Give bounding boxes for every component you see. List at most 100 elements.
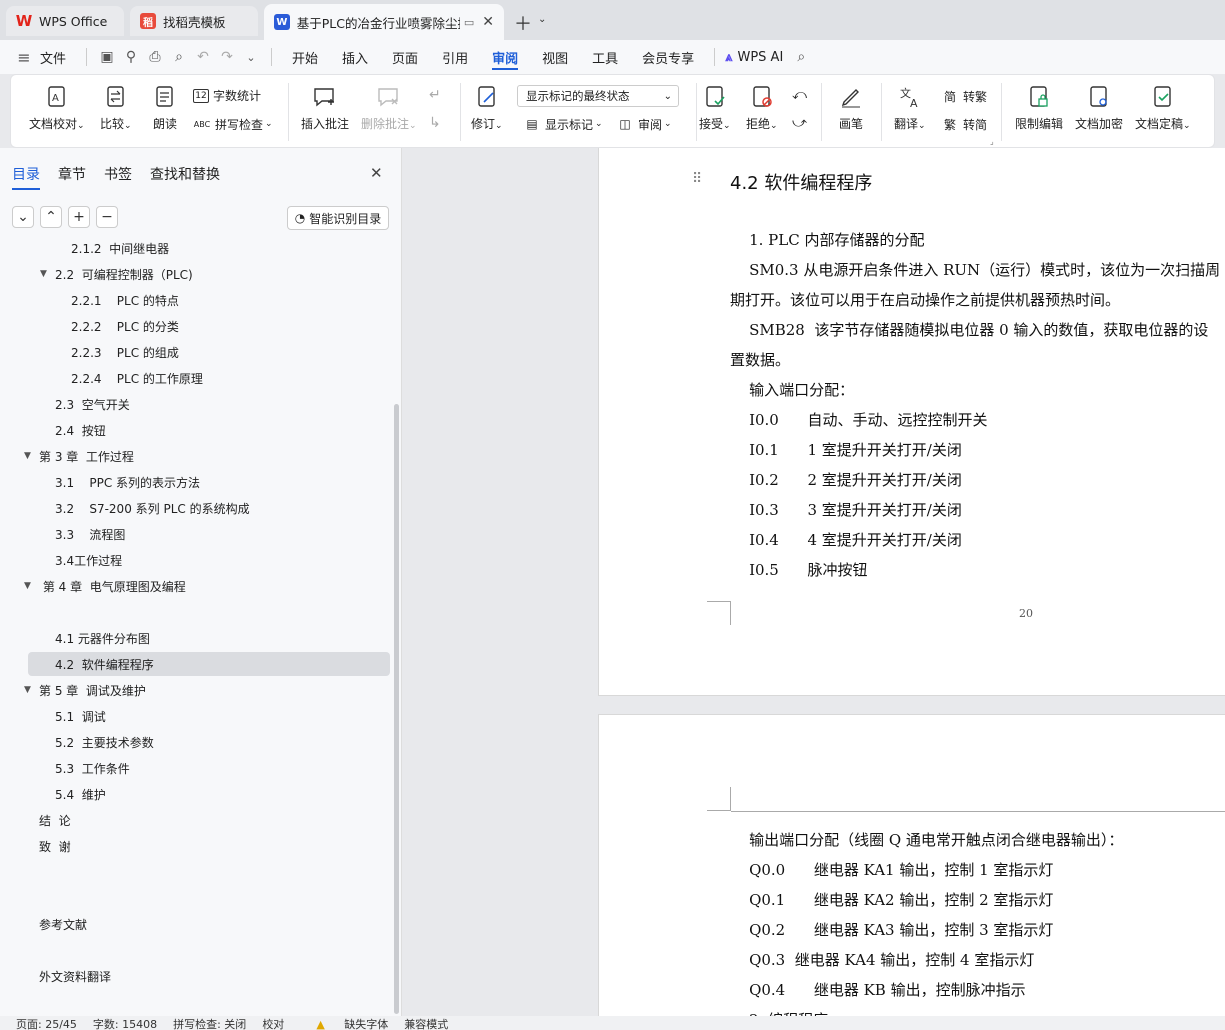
read-aloud-button[interactable]: 朗读 xyxy=(151,83,179,132)
chevron-down-icon[interactable]: ⌄ xyxy=(239,45,263,69)
menu-wps-ai[interactable]: ⩓ WPS AI xyxy=(723,40,795,74)
tab-wps-office[interactable]: W WPS Office xyxy=(6,6,124,36)
compare-button[interactable]: 比较⌄ xyxy=(100,83,132,132)
menu-start[interactable]: 开始 xyxy=(280,40,330,74)
spell-check-button[interactable]: ABC 拼写检查 ⌄ xyxy=(193,115,273,133)
toc-item[interactable]: 2.1.2 中间继电器 xyxy=(0,240,392,260)
review-pane-button[interactable]: ◫ 审阅 ⌄ xyxy=(616,115,671,133)
caret-down-icon[interactable]: ▼ xyxy=(24,451,36,461)
accept-button[interactable]: 接受⌄ xyxy=(699,83,731,132)
toc-item[interactable]: 2.4 按钮 xyxy=(0,418,392,442)
tab-sections[interactable]: 章节 xyxy=(58,164,86,184)
caret-down-icon[interactable]: ▼ xyxy=(40,269,52,279)
caret-down-icon[interactable]: ▼ xyxy=(24,581,36,591)
paragraph-line: 1. PLC 内部存储器的分配 xyxy=(730,231,925,249)
close-pane-icon[interactable]: ✕ xyxy=(370,164,383,182)
tab-find-replace[interactable]: 查找和替换 xyxy=(150,164,220,184)
missing-font-indicator[interactable]: ▲ 缺失字体 xyxy=(300,1016,388,1030)
caret-down-icon[interactable]: ▼ xyxy=(24,685,36,695)
add-heading-button[interactable]: + xyxy=(68,206,90,228)
pen-button[interactable]: 画笔 xyxy=(837,83,865,132)
tab-toc[interactable]: 目录 xyxy=(12,164,40,190)
redo-icon[interactable]: ↷ xyxy=(215,45,239,69)
toc-item[interactable]: 参考文献 xyxy=(0,912,392,936)
remove-heading-button[interactable]: − xyxy=(96,206,118,228)
tab-bookmarks[interactable]: 书签 xyxy=(104,164,132,184)
drag-handle-icon[interactable]: ⠿ xyxy=(692,171,702,187)
toc-item[interactable]: 3.3 流程图 xyxy=(0,522,392,546)
menu-review[interactable]: 审阅 xyxy=(480,40,530,74)
toc-item[interactable]: 4.2 软件编程程序 xyxy=(28,652,390,676)
toc-item[interactable]: 外文资料翻译 xyxy=(0,964,392,988)
toc-item[interactable]: ▼ 第 5 章 调试及维护 xyxy=(0,678,392,702)
share-icon[interactable]: ⚲ xyxy=(119,45,143,69)
prev-change-icon[interactable]: ⤺ xyxy=(792,87,807,103)
dialog-launcher-icon[interactable]: ⌟ xyxy=(990,137,994,146)
toc-item[interactable]: 结 论 xyxy=(0,808,392,832)
chevron-down-icon[interactable]: ⌄ xyxy=(538,14,546,25)
show-markup-button[interactable]: ▤ 显示标记 ⌄ xyxy=(523,115,602,133)
toc-item[interactable]: 5.1 调试 xyxy=(0,704,392,728)
word-count-button[interactable]: 12 字数统计 xyxy=(193,87,261,104)
monitor-icon[interactable]: ▭ xyxy=(464,16,474,29)
undo-icon[interactable]: ↶ xyxy=(191,45,215,69)
toc-item[interactable]: 致 谢 xyxy=(0,834,392,858)
page-indicator[interactable]: 页面: 25/45 xyxy=(16,1016,77,1030)
track-changes-button[interactable]: 修订⌄ xyxy=(471,83,503,132)
menu-tools[interactable]: 工具 xyxy=(580,40,630,74)
menu-member[interactable]: 会员专享 xyxy=(630,40,706,74)
encrypt-button[interactable]: 文档加密 xyxy=(1075,83,1123,132)
toc-item[interactable]: 5.4 维护 xyxy=(0,782,392,806)
toc-item[interactable]: 5.2 主要技术参数 xyxy=(0,730,392,754)
proof-indicator[interactable]: 校对 xyxy=(262,1016,284,1030)
margin-mark xyxy=(707,601,731,625)
toc-item[interactable]: 4.1 元器件分布图 xyxy=(0,626,392,650)
save-icon[interactable]: ▣ xyxy=(95,45,119,69)
menu-file[interactable]: 文件 xyxy=(36,40,78,74)
hamburger-icon[interactable]: ≡ xyxy=(12,45,36,69)
reject-button[interactable]: 拒绝⌄ xyxy=(746,83,778,132)
read-aloud-label: 朗读 xyxy=(152,117,177,131)
print-icon[interactable]: ⎙ xyxy=(143,45,167,69)
expand-up-button[interactable]: ⌃ xyxy=(40,206,62,228)
menu-view[interactable]: 视图 xyxy=(530,40,580,74)
toc-item[interactable]: ▼ 2.2 可编程控制器（PLC) xyxy=(0,262,392,286)
prev-comment-icon[interactable]: ↵ xyxy=(429,87,441,103)
toc-item[interactable]: 2.2.1 PLC 的特点 xyxy=(0,288,392,312)
menu-reference[interactable]: 引用 xyxy=(430,40,480,74)
close-tab-icon[interactable]: ✕ xyxy=(482,14,494,30)
markup-state-select[interactable]: 显示标记的最终状态 ⌄ xyxy=(517,85,679,107)
spell-check-indicator[interactable]: 拼写检查: 关闭 xyxy=(173,1016,246,1030)
tab-current-document[interactable]: W 基于PLC的冶金行业喷雾除尘控 ▭ ✕ xyxy=(264,4,504,40)
doc-check-button[interactable]: A 文档校对⌄ xyxy=(29,83,85,132)
insert-comment-button[interactable]: 插入批注 xyxy=(301,83,349,132)
menu-page[interactable]: 页面 xyxy=(380,40,430,74)
to-simplified-button[interactable]: 繁 转简 xyxy=(941,115,987,133)
toc-item[interactable]: ▼ 第 3 章 工作过程 xyxy=(0,444,392,468)
next-comment-icon[interactable]: ↳ xyxy=(429,115,441,131)
pane-scrollbar[interactable] xyxy=(394,404,399,1014)
toc-item[interactable]: 2.2.4 PLC 的工作原理 xyxy=(0,366,392,390)
toc-item[interactable]: 2.2.2 PLC 的分类 xyxy=(0,314,392,338)
print-preview-icon[interactable]: ⌕ xyxy=(167,45,191,69)
to-traditional-button[interactable]: 简 转繁 xyxy=(941,87,987,105)
delete-comment-button[interactable]: 删除批注⌄ xyxy=(361,83,417,132)
toc-item[interactable]: 2.2.3 PLC 的组成 xyxy=(0,340,392,364)
toc-item[interactable]: 3.2 S7-200 系列 PLC 的系统构成 xyxy=(0,496,392,520)
tab-docer-templates[interactable]: 稻 找稻壳模板 xyxy=(130,6,258,36)
toc-item[interactable]: 5.3 工作条件 xyxy=(0,756,392,780)
translate-button[interactable]: 文A 翻译⌄ xyxy=(894,83,926,132)
word-count-indicator[interactable]: 字数: 15408 xyxy=(93,1016,157,1030)
search-icon[interactable]: ⌕ xyxy=(789,45,813,69)
restrict-edit-button[interactable]: 限制编辑 xyxy=(1015,83,1063,132)
collapse-all-button[interactable]: ⌄ xyxy=(12,206,34,228)
finalize-button[interactable]: 文档定稿⌄ xyxy=(1135,83,1191,132)
toc-item[interactable]: 2.3 空气开关 xyxy=(0,392,392,416)
next-change-icon[interactable]: ⤻ xyxy=(792,115,807,131)
new-tab-icon[interactable]: ＋ xyxy=(514,10,532,36)
toc-item[interactable]: ▼ 第 4 章 电气原理图及编程 xyxy=(0,574,392,598)
smart-toc-button[interactable]: ◔ 智能识别目录 xyxy=(287,206,389,230)
toc-item[interactable]: 3.4工作过程 xyxy=(0,548,392,572)
menu-insert[interactable]: 插入 xyxy=(330,40,380,74)
toc-item[interactable]: 3.1 PPC 系列的表示方法 xyxy=(0,470,392,494)
